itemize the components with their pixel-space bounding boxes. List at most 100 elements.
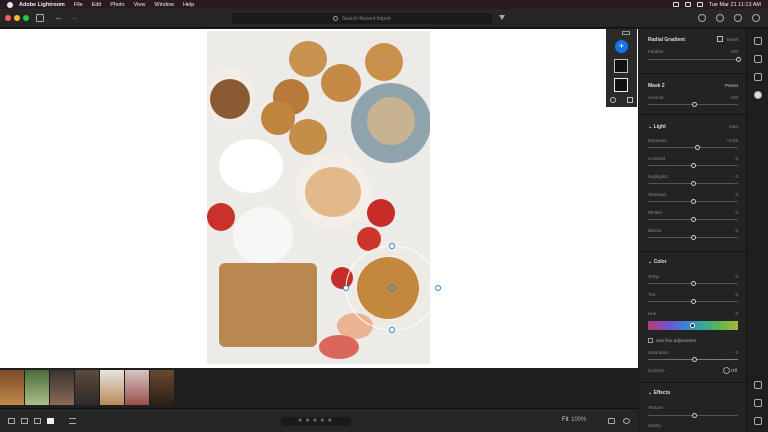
saturation-value[interactable]: 0 <box>648 350 738 355</box>
add-mask-button[interactable]: + <box>615 40 628 53</box>
forward-arrow-icon[interactable]: → <box>70 13 78 22</box>
amount-slider-knob[interactable] <box>692 102 697 107</box>
saturation-slider-knob[interactable] <box>692 357 697 362</box>
feather-value[interactable]: 100 <box>648 49 738 54</box>
cloud-sync-icon[interactable] <box>752 14 760 22</box>
light-shadows-value[interactable]: 0 <box>648 192 738 197</box>
feather-slider-knob[interactable] <box>735 57 741 62</box>
colorize-state[interactable]: Off <box>731 368 737 373</box>
preset-dropdown[interactable]: Preset <box>648 83 738 88</box>
light-exposure-value[interactable]: +0.55 <box>648 138 738 143</box>
filmstrip-thumbnail[interactable] <box>50 370 74 405</box>
amount-value[interactable]: 100 <box>648 95 738 100</box>
healing-icon[interactable] <box>754 73 762 81</box>
color-tint-slider-knob[interactable] <box>690 299 696 304</box>
close-window-icon[interactable] <box>5 15 11 21</box>
filmstrip-thumbnail[interactable] <box>0 370 24 405</box>
color-temp-slider-knob[interactable] <box>690 281 696 286</box>
presets-icon[interactable] <box>754 381 762 389</box>
mask-panel-toggle-icon[interactable] <box>622 31 630 35</box>
light-highlights-value[interactable]: 0 <box>648 174 738 179</box>
feather-slider[interactable] <box>648 59 738 60</box>
info-icon[interactable] <box>623 418 630 424</box>
filmstrip-thumbnail[interactable] <box>150 370 174 405</box>
search-input[interactable]: Search Recent Import <box>232 13 492 24</box>
gradient-edge-handle-right[interactable] <box>435 285 441 291</box>
sort-icon[interactable] <box>69 418 76 424</box>
grid-view-icon[interactable] <box>21 418 28 424</box>
gradient-center-handle[interactable] <box>388 284 396 292</box>
star-rating[interactable]: ★★★★★ <box>281 417 351 426</box>
minimize-window-icon[interactable] <box>14 15 20 21</box>
menu-help[interactable]: Help <box>183 2 194 8</box>
menubar-clock[interactable]: Tue Mar 21 11:13 AM <box>709 2 761 8</box>
gradient-edge-handle-top[interactable] <box>389 243 395 249</box>
detail-view-icon[interactable] <box>47 418 54 424</box>
menu-app-name[interactable]: Adobe Lightroom <box>19 2 65 8</box>
battery-icon[interactable] <box>672 2 679 7</box>
filmstrip-thumbnail[interactable] <box>75 370 99 405</box>
crop-icon[interactable] <box>754 55 762 63</box>
masking-icon[interactable] <box>754 91 762 99</box>
effects-section-header[interactable]: ⌄ Effects <box>648 390 738 396</box>
filter-icon[interactable] <box>499 15 505 20</box>
fit-zoom-button[interactable]: Fit <box>562 417 569 423</box>
light-whites-slider-knob[interactable] <box>690 217 696 222</box>
gradient-outer-ring[interactable] <box>345 245 439 331</box>
light-highlights-slider-knob[interactable] <box>690 181 696 186</box>
wifi-icon[interactable] <box>684 2 691 7</box>
compare-icon[interactable] <box>608 418 615 424</box>
light-contrast-slider-knob[interactable] <box>690 163 696 168</box>
granola-bars-shape <box>219 263 317 347</box>
colorize-swatch-icon[interactable] <box>723 367 730 374</box>
menu-file[interactable]: File <box>74 2 83 8</box>
menu-edit[interactable]: Edit <box>92 2 101 8</box>
square-grid-icon[interactable] <box>34 418 41 424</box>
hue-slider-knob[interactable] <box>690 323 695 328</box>
sidebar-toggle-icon[interactable] <box>36 14 44 22</box>
share-icon[interactable] <box>716 14 724 22</box>
invert-label[interactable]: Invert <box>727 37 738 42</box>
mask-1-thumbnail[interactable] <box>614 59 628 73</box>
color-temp-value[interactable]: 0 <box>648 274 738 279</box>
invert-icon[interactable] <box>717 36 723 42</box>
light-exposure-slider[interactable] <box>648 147 738 148</box>
mask-overlay-icon[interactable] <box>627 97 633 103</box>
light-exposure-slider-knob[interactable] <box>695 145 700 150</box>
tool-title: Radial Gradient <box>648 37 685 43</box>
control-center-icon[interactable] <box>696 2 703 7</box>
menu-window[interactable]: Window <box>154 2 174 8</box>
more-options-icon[interactable] <box>754 417 762 425</box>
hue-value[interactable]: 0 <box>648 311 738 316</box>
notifications-icon[interactable] <box>698 14 706 22</box>
gradient-edge-handle-bottom[interactable] <box>389 327 395 333</box>
color-section-header[interactable]: ⌄ Color <box>648 259 738 265</box>
mask-visibility-icon[interactable] <box>610 97 616 103</box>
zoom-100-button[interactable]: 100% <box>571 417 586 423</box>
help-icon[interactable] <box>734 14 742 22</box>
versions-icon[interactable] <box>754 399 762 407</box>
menu-view[interactable]: View <box>134 2 146 8</box>
edit-sliders-icon[interactable] <box>754 37 762 45</box>
light-blacks-slider-knob[interactable] <box>690 235 696 240</box>
light-whites-value[interactable]: 0 <box>648 210 738 215</box>
filmstrip-thumbnail[interactable] <box>125 370 149 405</box>
fine-adjust-checkbox[interactable] <box>648 338 653 343</box>
apple-icon[interactable] <box>7 1 13 8</box>
texture-slider-knob[interactable] <box>692 413 697 418</box>
radial-gradient-overlay[interactable] <box>340 240 450 340</box>
light-shadows-slider-knob[interactable] <box>690 199 696 204</box>
back-arrow-icon[interactable]: ← <box>55 13 63 22</box>
color-tint-value[interactable]: 0 <box>648 292 738 297</box>
filmstrip-thumbnail[interactable] <box>25 370 49 405</box>
light-contrast-value[interactable]: 0 <box>648 156 738 161</box>
zoom-window-icon[interactable] <box>23 15 29 21</box>
gradient-feather-ring[interactable] <box>355 255 429 321</box>
light-auto-button[interactable]: Auto <box>648 124 738 129</box>
menu-photo[interactable]: Photo <box>110 2 124 8</box>
filmstrip-thumbnail[interactable] <box>100 370 124 405</box>
list-view-icon[interactable] <box>8 418 15 424</box>
gradient-edge-handle-left[interactable] <box>343 285 349 291</box>
light-blacks-value[interactable]: 0 <box>648 228 738 233</box>
mask-2-thumbnail[interactable] <box>614 78 628 92</box>
